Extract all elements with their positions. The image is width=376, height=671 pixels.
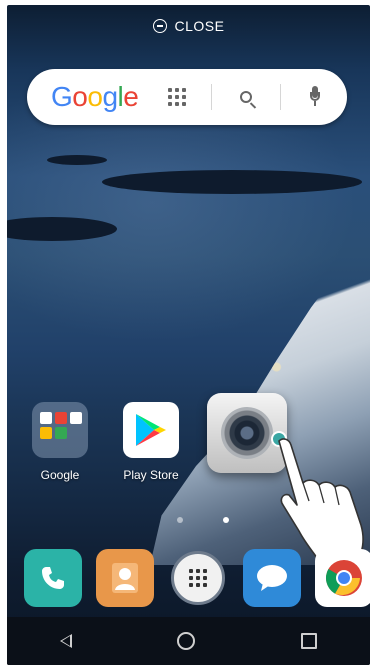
close-label: CLOSE bbox=[174, 18, 225, 34]
camera-icon bbox=[221, 407, 273, 459]
logo-letter: g bbox=[102, 81, 118, 112]
page-dot bbox=[177, 517, 183, 523]
navigation-bar bbox=[7, 617, 370, 665]
page-indicator bbox=[177, 517, 229, 523]
recent-apps-button[interactable] bbox=[291, 623, 327, 659]
divider bbox=[280, 84, 281, 110]
microphone-icon[interactable] bbox=[297, 79, 333, 115]
messages-icon bbox=[257, 565, 287, 591]
play-store-app[interactable]: Play Store bbox=[119, 402, 183, 482]
close-button[interactable]: CLOSE bbox=[7, 5, 370, 47]
apps-grid-icon[interactable] bbox=[159, 79, 195, 115]
wallpaper-islet bbox=[47, 155, 107, 165]
wallpaper-island bbox=[102, 170, 362, 194]
logo-letter: o bbox=[87, 81, 103, 112]
app-drawer-icon bbox=[171, 551, 225, 605]
google-search-bar[interactable]: Google bbox=[27, 69, 347, 125]
app-drawer-button[interactable] bbox=[169, 549, 227, 607]
page-dot-active bbox=[223, 517, 229, 523]
chrome-icon bbox=[325, 560, 362, 596]
chrome-app[interactable] bbox=[315, 549, 370, 607]
logo-letter: e bbox=[123, 81, 139, 112]
minus-circle-icon bbox=[152, 19, 167, 33]
logo-letter: o bbox=[72, 81, 88, 112]
phone-icon bbox=[42, 567, 64, 589]
logo-letter: G bbox=[51, 81, 73, 112]
phone-app[interactable] bbox=[24, 549, 82, 607]
back-icon bbox=[59, 634, 72, 648]
messages-app[interactable] bbox=[243, 549, 301, 607]
contacts-app[interactable] bbox=[96, 549, 154, 607]
search-icon[interactable] bbox=[228, 79, 264, 115]
home-button[interactable] bbox=[167, 622, 205, 660]
home-icon bbox=[177, 632, 196, 650]
home-screen: CLOSE Google Google Play Store bbox=[7, 5, 370, 665]
back-button[interactable] bbox=[50, 624, 82, 658]
contacts-icon bbox=[112, 563, 138, 593]
app-label: Play Store bbox=[123, 468, 179, 482]
google-folder[interactable]: Google bbox=[28, 402, 92, 482]
recent-apps-icon bbox=[301, 633, 318, 649]
play-store-icon bbox=[123, 402, 179, 458]
divider bbox=[211, 84, 212, 110]
google-logo: Google bbox=[51, 81, 139, 113]
folder-icon bbox=[32, 402, 88, 458]
app-label: Google bbox=[40, 468, 80, 482]
